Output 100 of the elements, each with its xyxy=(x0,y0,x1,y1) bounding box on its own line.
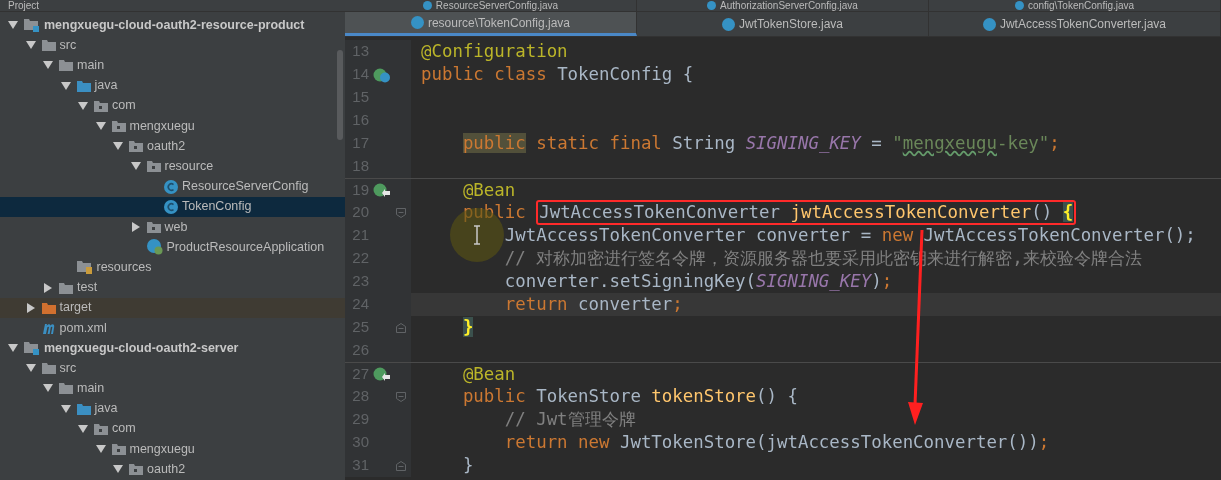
folder-icon xyxy=(146,160,161,173)
tree-item[interactable]: ResourceServerConfig xyxy=(0,176,345,197)
tree-item[interactable]: src xyxy=(0,35,345,56)
collapse-arrow-icon[interactable] xyxy=(25,364,36,373)
tree-item[interactable]: TokenConfig xyxy=(0,196,345,217)
tree-label: main xyxy=(77,380,105,398)
tree-item[interactable]: com xyxy=(0,418,345,439)
tree-item[interactable]: mengxuegu xyxy=(0,438,345,460)
tree-label: mengxuegu-cloud-oauth2-resource-product xyxy=(44,16,305,34)
resources-folder-icon xyxy=(76,260,93,275)
editor-tab[interactable]: JwtTokenStore.java xyxy=(637,12,929,36)
tree-label: test xyxy=(77,279,98,297)
tree-item[interactable]: pom.xml xyxy=(0,317,345,338)
editor-tab[interactable]: JwtAccessTokenConverter.java xyxy=(929,12,1221,36)
tree-item[interactable]: main xyxy=(0,55,345,76)
folder-icon xyxy=(41,39,56,52)
tree-item[interactable]: ProductResourceApplication xyxy=(0,237,345,258)
tree-item[interactable]: main xyxy=(0,378,345,399)
expand-arrow-icon[interactable] xyxy=(131,221,140,232)
folder-icon xyxy=(41,301,56,314)
scrollbar[interactable] xyxy=(337,50,343,140)
module-folder-icon xyxy=(24,18,40,33)
tree-label: ResourceServerConfig xyxy=(182,178,309,196)
collapse-arrow-icon[interactable] xyxy=(60,404,71,413)
tree-item[interactable]: mengxuegu-cloud-oauth2-server xyxy=(0,338,345,359)
tree-label: mengxuegu xyxy=(129,440,195,458)
tree-label: ProductResourceApplication xyxy=(166,238,325,256)
tree-item[interactable]: oauth2 xyxy=(0,459,345,480)
fold-marker-icon[interactable] xyxy=(396,322,406,333)
code-text: public class TokenConfig { xyxy=(421,64,694,85)
tree-item[interactable]: src xyxy=(0,358,345,379)
tree-label: java xyxy=(94,400,118,418)
collapse-arrow-icon[interactable] xyxy=(78,424,88,433)
bean-navigation-icon[interactable] xyxy=(373,182,391,198)
code-text: public TokenStore tokenStore() { xyxy=(461,386,798,407)
collapse-arrow-icon[interactable] xyxy=(130,162,141,171)
code-text: JwtAccessTokenConverter converter = new JwtAccessTokenConverter(); xyxy=(503,225,1196,246)
collapse-arrow-icon[interactable] xyxy=(8,21,18,30)
collapse-arrow-icon[interactable] xyxy=(95,445,106,454)
tree-item[interactable]: resources xyxy=(0,257,345,278)
tree-label: com xyxy=(112,420,136,438)
collapse-arrow-icon[interactable] xyxy=(113,465,123,474)
collapse-arrow-icon[interactable] xyxy=(113,142,123,151)
code-text: return converter; xyxy=(503,294,683,315)
tree-item[interactable]: java xyxy=(0,75,345,96)
folder-icon xyxy=(129,463,143,476)
class-icon xyxy=(164,179,178,194)
tree-item[interactable]: web xyxy=(0,216,345,238)
collapse-arrow-icon[interactable] xyxy=(43,384,53,393)
code-text: } xyxy=(461,455,474,476)
folder-icon xyxy=(76,79,91,92)
collapse-arrow-icon[interactable] xyxy=(43,61,53,70)
editor-tab[interactable]: AuthorizationServerConfig.java xyxy=(637,0,929,11)
tree-item[interactable]: com xyxy=(0,95,345,116)
code-text: @Configuration xyxy=(421,41,568,62)
tree-label: com xyxy=(112,97,136,115)
tree-label: target xyxy=(59,299,92,317)
folder-icon xyxy=(111,120,126,133)
code-text: public xyxy=(461,202,527,223)
expand-arrow-icon[interactable] xyxy=(44,282,52,293)
class-icon xyxy=(422,1,432,10)
tree-item[interactable]: target xyxy=(0,297,345,318)
tree-item[interactable]: mengxuegu xyxy=(0,115,345,137)
collapse-arrow-icon[interactable] xyxy=(60,81,71,90)
tree-label: java xyxy=(94,77,118,95)
collapse-arrow-icon[interactable] xyxy=(95,122,106,131)
editor-tab[interactable]: ResourceServerConfig.java xyxy=(345,0,637,11)
folder-icon xyxy=(129,140,143,153)
collapse-arrow-icon[interactable] xyxy=(78,101,88,110)
folder-icon xyxy=(41,362,56,375)
code-text: return new JwtTokenStore(jwtAccessTokenConverter()); xyxy=(503,432,1050,453)
tree-item[interactable]: mengxuegu-cloud-oauth2-resource-product xyxy=(0,15,345,36)
bean-navigation-icon[interactable] xyxy=(373,366,391,382)
class-icon xyxy=(707,1,717,10)
fold-marker-icon[interactable] xyxy=(396,460,406,471)
collapse-arrow-icon[interactable] xyxy=(8,344,18,353)
tree-item[interactable]: oauth2 xyxy=(0,136,345,157)
code-text: converter.setSigningKey(SIGNING_KEY); xyxy=(503,271,893,292)
bean-class-icon[interactable] xyxy=(373,66,391,83)
highlight-box: JwtAccessTokenConverter jwtAccessTokenConverter() { xyxy=(536,200,1077,225)
fold-marker-icon[interactable] xyxy=(396,391,406,402)
class-icon xyxy=(164,199,178,214)
expand-arrow-icon[interactable] xyxy=(26,302,35,313)
editor-tab[interactable]: config\TokenConfig.java xyxy=(929,0,1221,11)
folder-icon xyxy=(59,59,73,72)
tree-label: web xyxy=(164,218,188,236)
folder-icon xyxy=(76,402,91,415)
code-text: } xyxy=(461,317,474,338)
tree-label: mengxuegu-cloud-oauth2-server xyxy=(44,339,239,357)
tree-item[interactable]: test xyxy=(0,277,345,298)
class-icon xyxy=(721,17,735,31)
tree-item[interactable]: java xyxy=(0,398,345,419)
collapse-arrow-icon[interactable] xyxy=(25,41,36,50)
tree-item[interactable]: resource xyxy=(0,156,345,177)
tree-label: resource xyxy=(164,158,214,176)
fold-marker-icon[interactable] xyxy=(396,207,406,218)
code-text: public static final String SIGNING_KEY = "mengxeugu-key"; xyxy=(461,133,1060,154)
code-text: // Jwt管理令牌 xyxy=(503,409,636,430)
panel-title[interactable]: Project xyxy=(8,0,40,11)
editor-tab[interactable]: resource\TokenConfig.java xyxy=(345,12,637,36)
